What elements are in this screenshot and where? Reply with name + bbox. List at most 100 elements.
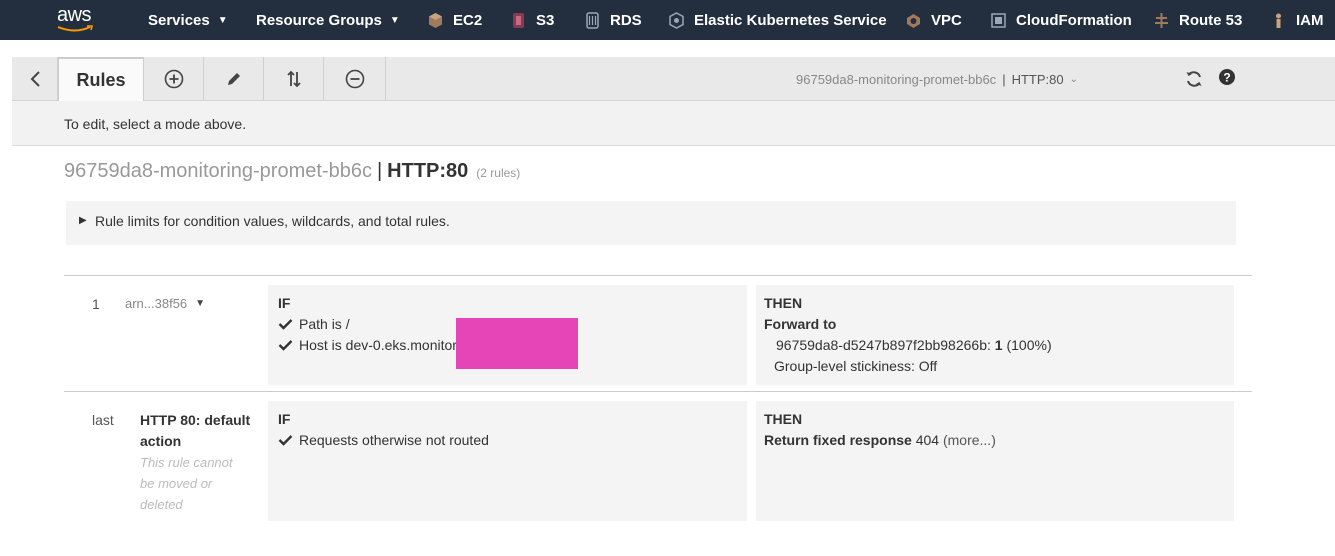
- edit-mode-hint: To edit, select a mode above.: [12, 101, 1335, 146]
- svg-text:?: ?: [1223, 71, 1230, 85]
- ec2-icon: [429, 12, 442, 28]
- minus-circle-icon: [345, 69, 364, 89]
- nav-link-s3[interactable]: S3: [510, 0, 554, 40]
- rule-divider: [64, 275, 1252, 276]
- cloudformation-icon: [991, 12, 1006, 28]
- context-load-balancer: 96759da8-monitoring-promet-bb6c: [796, 71, 997, 87]
- caret-down-icon: ▼: [195, 298, 206, 309]
- then-label: THEN: [764, 295, 803, 311]
- iam-icon: [1276, 13, 1281, 28]
- help-icon[interactable]: ?: [1218, 68, 1236, 86]
- edit-rules-button[interactable]: [204, 57, 264, 101]
- rule-number: last: [92, 412, 114, 428]
- checkmark-icon: [278, 435, 293, 446]
- aws-logo[interactable]: aws: [52, 5, 96, 35]
- nav-link-label: IAM: [1296, 11, 1324, 29]
- title-separator: |: [376, 160, 383, 182]
- rule-actions-panel: THEN Return fixed response 404 (more...): [756, 401, 1234, 521]
- condition-item: Requests otherwise not routed: [278, 432, 489, 448]
- chevron-down-icon: ▼: [389, 14, 400, 26]
- nav-link-label: EC2: [453, 11, 483, 29]
- top-navigation-bar: aws Services ▼ Resource Groups ▼ EC2 S3 …: [0, 0, 1335, 40]
- nav-link-vpc[interactable]: VPC: [905, 0, 962, 40]
- rule-arn-dropdown[interactable]: arn...38f56 ▼: [125, 296, 205, 311]
- nav-link-label: S3: [536, 11, 555, 29]
- vpc-icon: [907, 13, 920, 28]
- nav-link-label: RDS: [610, 11, 642, 29]
- page-title: 96759da8-monitoring-promet-bb6c | HTTP:80 (…: [64, 160, 520, 183]
- nav-link-rds[interactable]: RDS: [584, 0, 642, 40]
- rule-actions-panel: THEN Forward to 96759da8-d5247b897f2bb98…: [756, 285, 1234, 385]
- if-label: IF: [278, 295, 291, 311]
- nav-link-label: VPC: [931, 11, 962, 29]
- edit-mode-hint-text: To edit, select a mode above.: [64, 116, 247, 132]
- target-separator: :: [987, 337, 991, 353]
- tab-rules[interactable]: Rules: [58, 57, 144, 102]
- rule-name: HTTP 80: default action: [140, 412, 251, 449]
- aws-smile-icon: [57, 25, 94, 32]
- plus-circle-icon: [164, 69, 183, 89]
- action-title: Return fixed response: [764, 432, 912, 448]
- rules-toolbar: Rules 96759da8-monitoring-promet-bb6c | …: [12, 57, 1335, 102]
- condition-text: Requests otherwise not routed: [299, 432, 489, 448]
- chevron-left-icon: [30, 71, 40, 87]
- rule-note: This rule cannot be moved or deleted: [140, 455, 233, 512]
- nav-link-label: CloudFormation: [1016, 11, 1132, 29]
- chevron-down-icon: ▼: [217, 14, 228, 26]
- title-listener: HTTP:80: [387, 160, 469, 182]
- redaction-overlay: [456, 318, 578, 369]
- refresh-icon[interactable]: [1184, 69, 1204, 89]
- rule-conditions-panel: IF Requests otherwise not routed: [268, 401, 747, 521]
- condition-text: Path is /: [299, 316, 350, 332]
- more-link[interactable]: (more...): [943, 432, 996, 448]
- rule-arn: arn...38f56: [125, 296, 188, 311]
- target-group-name[interactable]: 96759da8-d5247b897f2bb98266b: [776, 337, 987, 353]
- nav-link-label: Route 53: [1179, 11, 1243, 29]
- forward-target: 96759da8-d5247b897f2bb98266b: 1 (100%): [776, 337, 1052, 353]
- services-menu[interactable]: Services ▼: [148, 0, 228, 40]
- rule-divider: [64, 391, 1252, 392]
- rule-number: 1: [92, 296, 100, 312]
- aws-logo-text: aws: [56, 4, 92, 26]
- stickiness-status: Group-level stickiness: Off: [774, 358, 938, 374]
- route53-icon: [1155, 12, 1168, 28]
- reorder-rules-button[interactable]: [264, 57, 324, 101]
- nav-link-eks[interactable]: Elastic Kubernetes Service: [668, 0, 887, 40]
- resource-groups-menu[interactable]: Resource Groups ▼: [256, 0, 400, 40]
- context-listener: HTTP:80: [1011, 71, 1064, 87]
- title-load-balancer: 96759da8-monitoring-promet-bb6c: [64, 160, 372, 182]
- condition-text: Host is dev-0.eks.monitor: [299, 337, 457, 353]
- fixed-response-action: Return fixed response 404 (more...): [764, 432, 996, 448]
- context-separator: |: [1002, 71, 1006, 87]
- chevron-down-icon: ⌄: [1069, 73, 1078, 85]
- nav-link-route53[interactable]: Route 53: [1153, 0, 1242, 40]
- condition-item: Path is /: [278, 316, 350, 332]
- rule-limits-expander[interactable]: ▶ Rule limits for condition values, wild…: [66, 201, 1236, 245]
- target-weight-percent: (100%): [1006, 337, 1052, 353]
- nav-link-ec2[interactable]: EC2: [427, 0, 482, 40]
- response-code: 404: [915, 432, 940, 448]
- tab-rules-label: Rules: [76, 70, 126, 90]
- nav-link-iam[interactable]: IAM: [1270, 0, 1324, 40]
- delete-rules-button[interactable]: [324, 57, 386, 101]
- nav-link-label: Elastic Kubernetes Service: [694, 11, 887, 29]
- services-label: Services: [148, 11, 210, 29]
- reorder-arrows-icon: [286, 70, 301, 88]
- condition-item: Host is dev-0.eks.monitor: [278, 337, 457, 353]
- add-rules-button[interactable]: [144, 57, 204, 101]
- pencil-icon: [227, 73, 240, 85]
- checkmark-icon: [278, 340, 293, 351]
- checkmark-icon: [278, 319, 293, 330]
- if-label: IF: [278, 411, 291, 427]
- caret-right-icon: ▶: [79, 215, 87, 226]
- nav-link-cloudformation[interactable]: CloudFormation: [990, 0, 1132, 40]
- back-button[interactable]: [12, 57, 58, 101]
- then-label: THEN: [764, 411, 803, 427]
- rds-icon: [586, 11, 599, 29]
- rule-limits-label: Rule limits for condition values, wildca…: [95, 213, 450, 229]
- rules-count: (2 rules): [476, 166, 521, 180]
- resource-groups-label: Resource Groups: [256, 11, 382, 29]
- s3-icon: [513, 12, 524, 28]
- listener-selector[interactable]: 96759da8-monitoring-promet-bb6c | HTTP:8…: [796, 57, 1078, 101]
- action-title: Forward to: [764, 316, 837, 332]
